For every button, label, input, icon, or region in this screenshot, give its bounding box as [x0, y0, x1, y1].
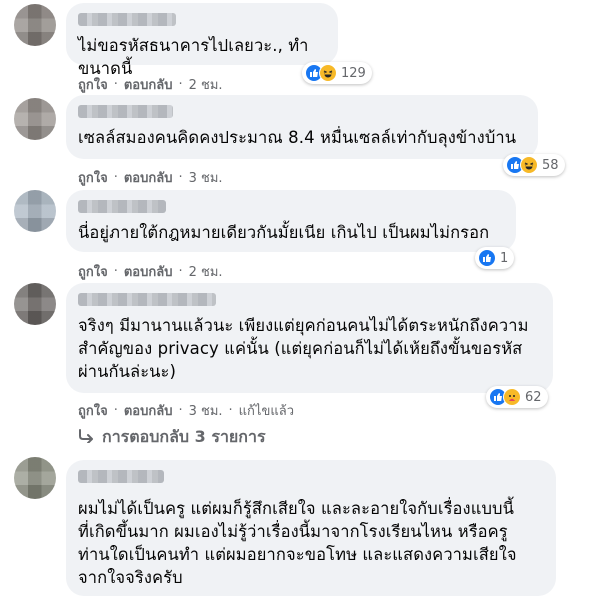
commenter-name-blurred[interactable] [78, 293, 216, 306]
reply-button[interactable]: ตอบกลับ [124, 261, 173, 282]
comment-actions: ถูกใจ · ตอบกลับ · 2 ชม. [78, 74, 223, 95]
comment-bubble: ไม่ขอรหัสธนาคารไปเลยวะ., ทำขนาดนี้ [66, 3, 338, 78]
reply-button[interactable]: ตอบกลับ [124, 400, 173, 421]
reply-button[interactable]: ตอบกลับ [124, 167, 173, 188]
like-button[interactable]: ถูกใจ [78, 261, 108, 282]
timestamp[interactable]: 3 ชม. [189, 400, 223, 421]
reaction-summary[interactable]: 62 [486, 386, 548, 408]
reaction-count: 1 [500, 250, 509, 266]
commenter-name-blurred[interactable] [78, 13, 176, 26]
like-icon [478, 249, 496, 267]
reaction-summary[interactable]: 58 [503, 154, 565, 176]
commenter-name-blurred[interactable] [78, 200, 166, 213]
separator: · [113, 170, 118, 185]
comment-actions: ถูกใจ · ตอบกลับ · 3 ชม. · แก้ไขแล้ว [78, 400, 294, 421]
avatar[interactable] [14, 4, 56, 46]
separator: · [113, 264, 118, 279]
comment-text: จริงๆ มีมานานแล้วนะ เพียงแต่ยุคก่อนคนไม่… [78, 316, 529, 381]
avatar[interactable] [14, 98, 56, 140]
care-icon [503, 388, 521, 406]
reaction-summary[interactable]: 129 [302, 62, 372, 84]
edited-label[interactable]: แก้ไขแล้ว [239, 400, 294, 421]
avatar[interactable] [14, 457, 56, 499]
separator: · [178, 403, 183, 418]
comment-bubble: จริงๆ มีมานานแล้วนะ เพียงแต่ยุคก่อนคนไม่… [66, 283, 553, 393]
timestamp[interactable]: 2 ชม. [189, 261, 223, 282]
comment-actions: ถูกใจ · ตอบกลับ · 2 ชม. [78, 261, 223, 282]
haha-icon [319, 64, 337, 82]
avatar[interactable] [14, 283, 56, 325]
like-button[interactable]: ถูกใจ [78, 167, 108, 188]
reaction-count: 62 [525, 389, 542, 405]
reply-button[interactable]: ตอบกลับ [124, 74, 173, 95]
reaction-count: 58 [542, 157, 559, 173]
reaction-count: 129 [341, 65, 366, 81]
timestamp[interactable]: 3 ชม. [189, 167, 223, 188]
comment-bubble: เซลล์สมองคนคิดคงประมาณ 8.4 หมื่นเซลล์เท่… [66, 95, 538, 159]
view-replies-link[interactable]: การตอบกลับ 3 รายการ [78, 425, 266, 450]
separator: · [178, 170, 183, 185]
comment-text: ผมไม่ได้เป็นครู แต่ผมก็รู้สึกเสียใจ และล… [78, 499, 517, 587]
like-button[interactable]: ถูกใจ [78, 74, 108, 95]
reaction-summary[interactable]: 1 [475, 247, 515, 269]
separator: · [113, 77, 118, 92]
commenter-name-blurred[interactable] [78, 470, 164, 483]
view-replies-label[interactable]: การตอบกลับ 3 รายการ [102, 425, 266, 450]
comment-text: เซลล์สมองคนคิดคงประมาณ 8.4 หมื่นเซลล์เท่… [78, 128, 517, 147]
comment-bubble: นี่อยู่ภายใต้กฎหมายเดียวกันมั้ยเนีย เกิน… [66, 190, 516, 252]
avatar[interactable] [14, 190, 56, 232]
separator: · [178, 77, 183, 92]
separator: · [113, 403, 118, 418]
comment-actions: ถูกใจ · ตอบกลับ · 3 ชม. [78, 167, 223, 188]
like-button[interactable]: ถูกใจ [78, 400, 108, 421]
reply-arrow-icon [78, 428, 94, 447]
haha-icon [520, 156, 538, 174]
comment-text: นี่อยู่ภายใต้กฎหมายเดียวกันมั้ยเนีย เกิน… [78, 223, 490, 242]
timestamp[interactable]: 2 ชม. [189, 74, 223, 95]
separator: · [178, 264, 183, 279]
comment-bubble: ผมไม่ได้เป็นครู แต่ผมก็รู้สึกเสียใจ และล… [66, 460, 556, 596]
commenter-name-blurred[interactable] [78, 105, 173, 118]
separator: · [228, 403, 233, 418]
